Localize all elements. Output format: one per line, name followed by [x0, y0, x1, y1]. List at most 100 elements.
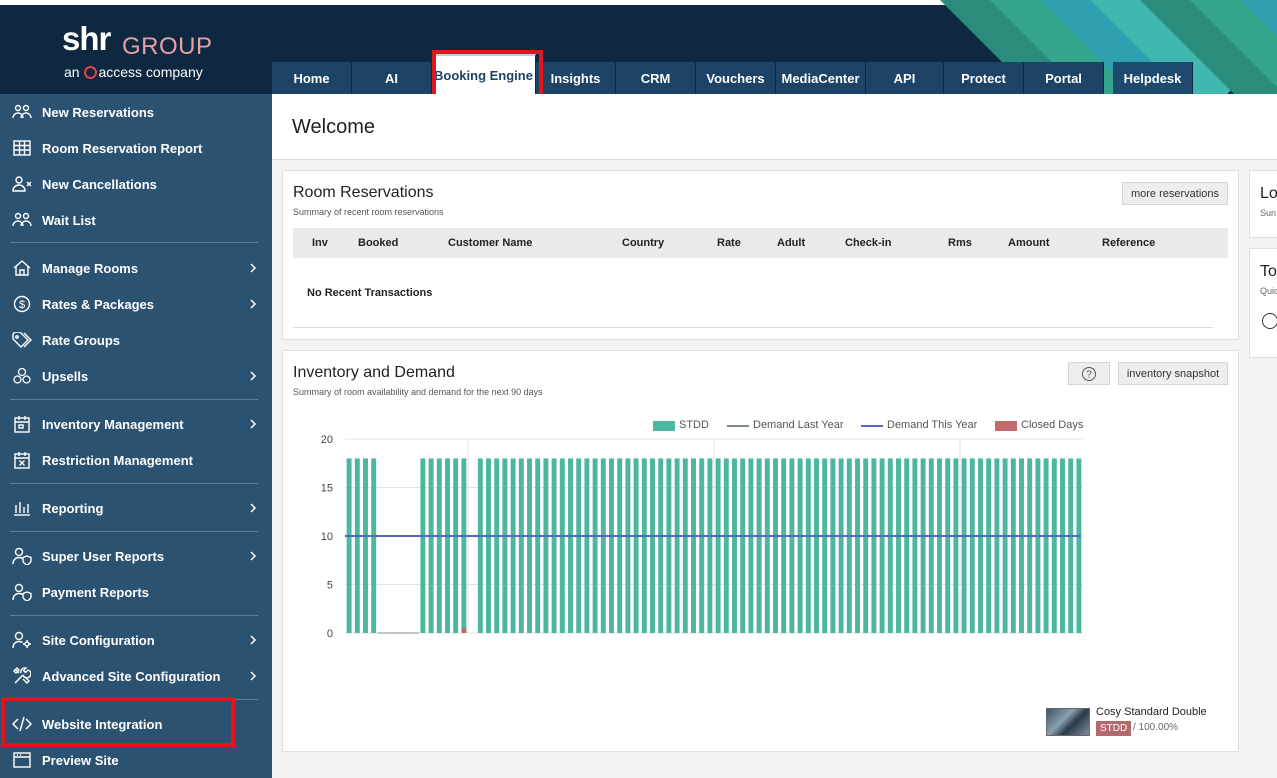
help-button[interactable]: ?: [1068, 362, 1110, 385]
tab-portal[interactable]: Portal: [1024, 62, 1104, 94]
y-tick-label: 0: [327, 628, 333, 640]
sidebar-item-room-reservation-report[interactable]: Room Reservation Report: [0, 130, 272, 166]
stdd-bar: [543, 458, 549, 633]
stdd-bar: [732, 458, 737, 633]
stdd-bar: [535, 458, 541, 633]
stdd-bar: [756, 458, 762, 633]
stdd-bar: [896, 458, 901, 633]
radio-icon[interactable]: [1262, 313, 1277, 329]
column-header[interactable]: Booked: [358, 237, 398, 249]
column-header[interactable]: Inv: [312, 237, 328, 249]
sidebar-item-inventory-management[interactable]: Inventory Management: [0, 406, 272, 442]
stdd-bar: [969, 458, 975, 633]
table-icon: [12, 138, 32, 158]
table-bottom-divider: [293, 327, 1213, 328]
stdd-bar: [527, 458, 532, 633]
y-tick-label: 10: [321, 531, 333, 543]
panel-title: Inventory and Demand: [293, 364, 455, 381]
sidebar-item-label: Manage Rooms: [42, 260, 139, 276]
legend-label: Demand Last Year: [753, 419, 844, 431]
stdd-bar: [510, 458, 516, 633]
shr-logo[interactable]: shr GROUP an access company: [62, 20, 232, 84]
closed-day-bar: [461, 628, 467, 633]
stdd-bar: [477, 458, 483, 633]
tab-vouchers[interactable]: Vouchers: [696, 62, 776, 94]
tab-booking-engine[interactable]: Booking Engine: [432, 54, 536, 94]
sidebar-item-reporting[interactable]: Reporting: [0, 490, 272, 526]
welcome-bar: Welcome: [272, 94, 1277, 160]
stdd-bar: [986, 458, 992, 633]
tag-icon: [12, 330, 32, 350]
room-thumbnail: [1046, 708, 1090, 736]
panel-subtitle: Summary of room availability and demand …: [293, 387, 543, 397]
column-header[interactable]: Adult: [777, 237, 805, 249]
tab-label: Home: [293, 70, 330, 86]
column-header[interactable]: Customer Name: [448, 237, 532, 249]
sidebar-item-advanced-site-configuration[interactable]: Advanced Site Configuration: [0, 658, 272, 694]
stdd-bar: [846, 458, 852, 633]
stdd-bar: [920, 458, 926, 633]
stdd-bar: [928, 458, 934, 633]
sidebar-item-site-configuration[interactable]: Site Configuration: [0, 622, 272, 658]
stdd-bar: [1035, 458, 1041, 633]
sidebar-item-label: Website Integration: [42, 716, 163, 732]
column-header[interactable]: Reference: [1102, 237, 1155, 249]
sidebar-item-manage-rooms[interactable]: Manage Rooms: [0, 250, 272, 286]
tab-api[interactable]: API: [866, 62, 944, 94]
stdd-bar: [715, 458, 721, 633]
sidebar-item-rates-packages[interactable]: $ Rates & Packages: [0, 286, 272, 322]
more-reservations-button[interactable]: more reservations: [1122, 182, 1228, 205]
sidebar-item-restriction-management[interactable]: Restriction Management: [0, 442, 272, 478]
stdd-bar: [781, 458, 787, 633]
tab-insights[interactable]: Insights: [536, 62, 616, 94]
tab-ai[interactable]: AI: [352, 62, 432, 94]
tab-mediacenter[interactable]: MediaCenter: [776, 62, 866, 94]
panel-title: Room Reservations: [293, 184, 434, 201]
stdd-bar: [609, 458, 614, 633]
inventory-snapshot-button[interactable]: inventory snapshot: [1118, 362, 1228, 385]
stdd-bar: [871, 458, 877, 633]
tab-label: Insights: [550, 70, 601, 86]
column-header[interactable]: Rate: [717, 237, 741, 249]
sidebar-item-super-user-reports[interactable]: Super User Reports: [0, 538, 272, 574]
sidebar-item-new-reservations[interactable]: New Reservations: [0, 94, 272, 130]
tab-home[interactable]: Home: [272, 62, 352, 94]
sidebar-item-rate-groups[interactable]: Rate Groups: [0, 322, 272, 358]
tab-protect[interactable]: Protect: [944, 62, 1024, 94]
stdd-bar: [354, 458, 360, 633]
stdd-bar: [682, 458, 688, 633]
sidebar-item-wait-list[interactable]: Wait List: [0, 202, 272, 238]
stdd-bar: [723, 458, 729, 633]
right-panel-partial: To Quic: [1249, 248, 1277, 358]
panel-subtitle: Quic: [1260, 286, 1277, 296]
sidebar-item-preview-site[interactable]: Preview Site: [0, 742, 272, 778]
sidebar-item-website-integration[interactable]: Website Integration: [0, 706, 272, 742]
stdd-bar: [838, 458, 844, 633]
chevron-right-icon: [250, 503, 257, 513]
stdd-bar: [1068, 458, 1074, 633]
sidebar-item-payment-reports[interactable]: Payment Reports: [0, 574, 272, 610]
stdd-bar: [502, 458, 508, 633]
y-tick-label: 15: [321, 483, 333, 495]
column-header[interactable]: Check-in: [845, 237, 891, 249]
column-header[interactable]: Amount: [1008, 237, 1050, 249]
sidebar-item-upsells[interactable]: Upsells: [0, 358, 272, 394]
stdd-bar: [994, 458, 1000, 633]
sidebar-item-label: New Cancellations: [42, 176, 157, 192]
tab-label: CRM: [640, 70, 671, 86]
stdd-bar: [576, 458, 582, 633]
stdd-bar: [789, 458, 795, 633]
tab-crm[interactable]: CRM: [616, 62, 696, 94]
stdd-bar: [658, 458, 664, 633]
legend-label: Demand This Year: [887, 419, 978, 431]
tab-helpdesk[interactable]: Helpdesk: [1113, 62, 1193, 94]
stdd-bar: [674, 458, 680, 633]
column-header[interactable]: Country: [622, 237, 664, 249]
stdd-bar: [978, 458, 983, 633]
column-header[interactable]: Rms: [948, 237, 972, 249]
stdd-bar: [748, 458, 754, 633]
sidebar-item-new-cancellations[interactable]: New Cancellations: [0, 166, 272, 202]
sidebar-item-label: Room Reservation Report: [42, 140, 203, 156]
sidebar-item-label: New Reservations: [42, 104, 154, 120]
calendar-x-icon: [12, 450, 32, 470]
